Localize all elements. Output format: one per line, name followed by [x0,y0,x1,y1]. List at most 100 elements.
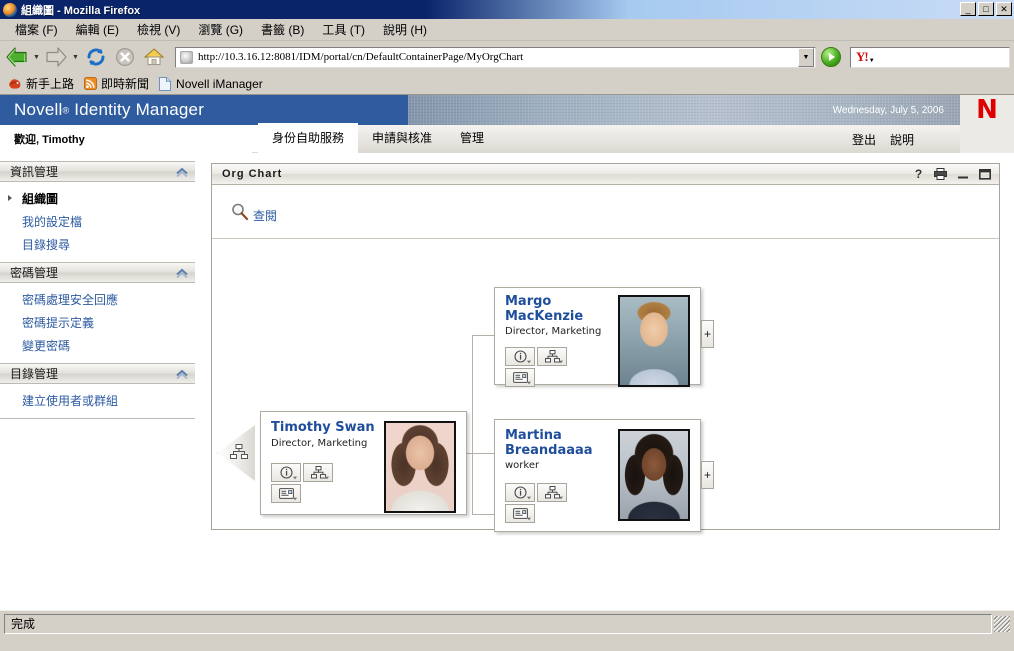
site-favicon [180,50,193,64]
info-button[interactable] [271,462,301,482]
sidebar-item-create-user-or-group[interactable]: 建立使用者或群組 [0,389,195,412]
logout-link[interactable]: 登出 [852,131,876,148]
bookmark-latest-headlines[interactable]: 即時新聞 [81,74,154,93]
back-dropdown-icon[interactable]: ▼ [31,46,42,68]
bookmark-label: 新手上路 [26,77,75,91]
connector-to-martina-lower [472,514,494,515]
org-chart-button[interactable] [537,483,567,503]
home-button[interactable] [140,44,168,70]
forward-button[interactable] [43,45,69,69]
go-button[interactable] [821,47,841,67]
org-card-title: worker [505,460,540,472]
novell-logo: N [960,95,1014,125]
org-card-name-line1: Martina [505,428,562,443]
status-text: 完成 [4,613,992,634]
bookmark-getting-started[interactable]: 新手上路 [6,74,79,93]
portlet-actions: ? [912,167,991,181]
maximize-icon[interactable] [978,168,991,181]
portlet-title: Org Chart [222,168,283,180]
home-icon [143,46,165,68]
sidebar-section-header-password-management[interactable]: 密碼管理 [0,262,195,283]
parent-navigation-button[interactable] [217,425,255,481]
search-input[interactable]: Y! ▼ [850,46,1010,68]
window-title: 組織圖 - Mozilla Firefox [21,4,141,17]
go-arrow-icon [829,53,835,61]
org-card-actions [505,347,569,388]
tab-administration[interactable]: 管理 [446,123,498,153]
help-icon[interactable]: ? [912,167,925,181]
org-card-name: Margo MacKenzie [505,294,584,324]
org-card-timothy-swan[interactable]: Timothy Swan Director, Marketing [260,411,467,515]
org-card-margo-mackenzie[interactable]: Margo MacKenzie Director, Marketing [494,287,701,388]
org-card-actions [505,483,569,524]
org-chart-button[interactable] [537,347,567,367]
banner-date: Wednesday, July 5, 2006 [832,104,944,116]
window-titlebar: 組織圖 - Mozilla Firefox _ □ ✕ [0,0,1014,19]
info-button[interactable] [505,483,535,503]
chevron-up-icon[interactable] [175,266,189,280]
stop-button[interactable] [111,44,139,70]
email-button[interactable] [271,483,301,503]
org-card-name: Timothy Swan [271,420,375,435]
expand-button-martina[interactable]: + [701,461,714,489]
firefox-icon [3,2,17,17]
menu-edit[interactable]: 編輯 (E) [67,19,128,40]
magnifier-icon[interactable] [230,202,250,222]
menubar: 檔案 (F) 編輯 (E) 檢視 (V) 瀏覽 (G) 書籤 (B) 工具 (T… [0,19,1014,41]
menu-bookmarks[interactable]: 書籤 (B) [252,19,313,40]
info-button[interactable] [505,347,535,367]
back-button[interactable] [4,45,30,69]
yahoo-search-icon: Y! [856,49,869,64]
reload-button[interactable] [82,44,110,70]
bookmark-novell-imanager[interactable]: Novell iManager [156,76,268,92]
chevron-up-icon[interactable] [175,165,189,179]
app-banner: Novell® Identity Manager Wednesday, July… [0,95,1014,125]
sidebar-item-password-hint-definition[interactable]: 密碼提示定義 [0,311,195,334]
forward-dropdown-icon[interactable]: ▼ [70,46,81,68]
app-tabbar: 歡迎, Timothy 身份自助服務 申請與核准 管理 登出 說明 [0,123,1014,153]
close-button[interactable]: ✕ [996,2,1012,16]
sidebar-section-header-information-management[interactable]: 資訊管理 [0,161,195,182]
tab-identity-self-service[interactable]: 身份自助服務 [258,123,359,153]
url-input[interactable]: http://10.3.16.12:8081/IDM/portal/cn/Def… [198,51,798,63]
org-card-martina-breandaaaa[interactable]: Martina Breandaaaa worker [494,419,701,532]
portrait-margo-mackenzie [620,297,688,385]
sidebar-item-my-profile[interactable]: 我的設定檔 [0,210,195,233]
firefox-bookmark-icon [8,77,22,91]
chevron-up-icon[interactable] [175,367,189,381]
lookup-link[interactable]: 查閱 [253,207,277,224]
menu-file[interactable]: 檔案 (F) [6,19,67,40]
org-chart-icon [544,350,560,363]
maximize-button[interactable]: □ [978,2,994,16]
sidebar-section-header-directory-management[interactable]: 目錄管理 [0,363,195,384]
sidebar-item-directory-search[interactable]: 目錄搜尋 [0,233,195,256]
sidebar-item-org-chart[interactable]: 組織圖 [0,187,195,210]
help-link[interactable]: 說明 [890,131,914,148]
resize-grip-icon[interactable] [994,615,1010,632]
url-bar[interactable]: http://10.3.16.12:8081/IDM/portal/cn/Def… [175,46,816,68]
menu-tools[interactable]: 工具 (T) [313,19,374,40]
bookmarks-toolbar: 新手上路 即時新聞 Novell iManager [0,73,1014,95]
menu-help[interactable]: 說明 (H) [374,19,436,40]
back-arrow-icon [4,45,30,69]
menu-view[interactable]: 檢視 (V) [128,19,189,40]
minimize-button[interactable]: _ [960,2,976,16]
sidebar-item-change-password[interactable]: 變更密碼 [0,334,195,357]
reload-icon [85,46,107,68]
print-icon[interactable] [934,168,947,181]
org-chart-button[interactable] [303,462,333,482]
search-engine-dropdown-icon[interactable]: ▼ [869,58,875,64]
minimize-icon[interactable] [956,168,969,181]
email-icon [512,372,528,383]
tab-requests-approvals[interactable]: 申請與核准 [358,123,446,153]
sidebar-item-password-challenge-response[interactable]: 密碼處理安全回應 [0,288,195,311]
app-brand: Novell® Identity Manager [0,95,408,125]
org-chart-canvas: Timothy Swan Director, Marketing Margo M… [212,239,999,532]
menu-go[interactable]: 瀏覽 (G) [189,19,252,40]
email-button[interactable] [505,504,535,524]
email-button[interactable] [505,368,535,388]
org-chart-icon [310,465,326,479]
brand-product: Identity Manager [74,100,205,119]
expand-button-margo[interactable]: + [701,320,714,348]
url-dropdown-icon[interactable]: ▼ [798,47,814,67]
